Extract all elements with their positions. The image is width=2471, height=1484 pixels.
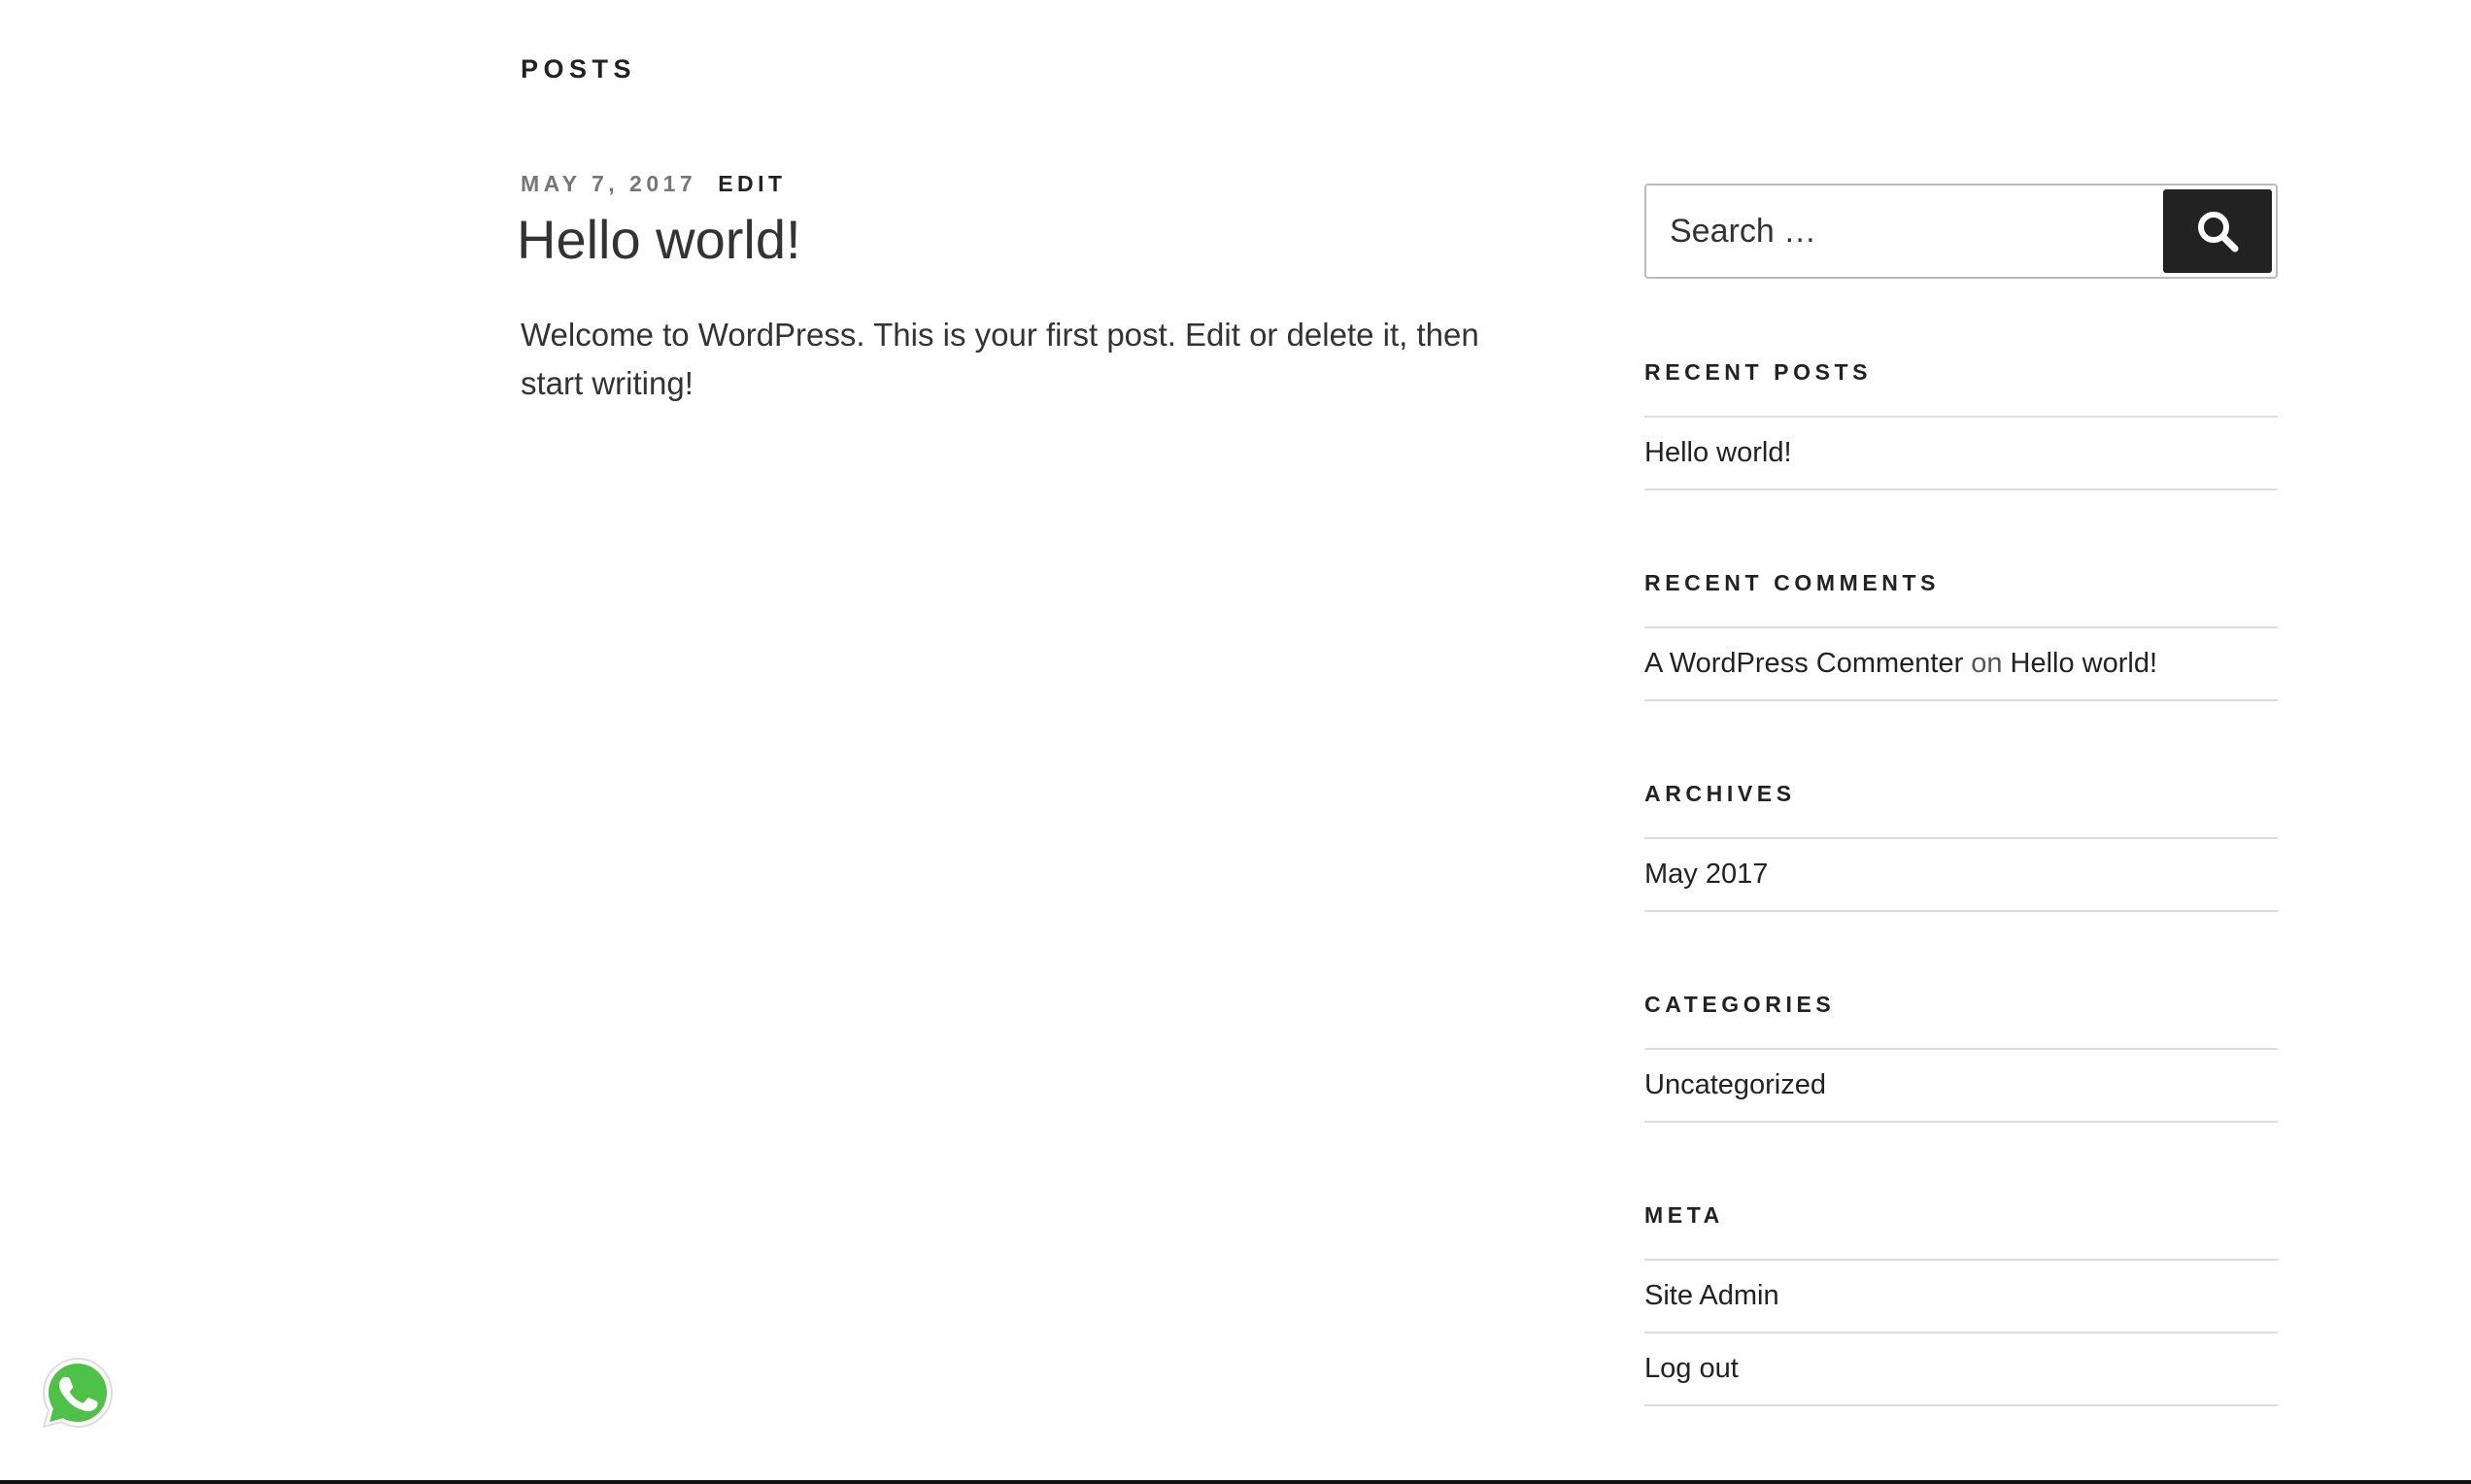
post-date-link[interactable]: MAY 7, 2017 [521,171,696,197]
whatsapp-button[interactable] [39,1354,117,1432]
sidebar: RECENT POSTS Hello world! RECENT COMMENT… [1644,184,2278,1406]
post-content: Welcome to WordPress. This is your first… [521,317,1479,401]
widget-archives: ARCHIVES May 2017 [1644,781,2278,912]
widget-meta: META Site Admin Log out [1644,1202,2278,1406]
widget-recent-posts: RECENT POSTS Hello world! [1644,359,2278,490]
widget-title-archives: ARCHIVES [1644,781,1796,806]
search-form [1644,184,2278,279]
archive-link[interactable]: May 2017 [1644,859,1768,891]
log-out-link[interactable]: Log out [1644,1353,1739,1385]
site-admin-link[interactable]: Site Admin [1644,1280,1779,1312]
post-edit-link[interactable]: EDIT [718,171,786,197]
meta-list: Site Admin Log out [1644,1259,2278,1406]
post-title-link[interactable]: Hello world! [517,207,1521,272]
list-item: Log out [1644,1333,2278,1406]
archives-list: May 2017 [1644,837,2278,912]
widget-recent-comments: RECENT COMMENTS A WordPress Commenter on… [1644,570,2278,701]
category-link[interactable]: Uncategorized [1644,1069,1826,1101]
widget-title-recent-comments: RECENT COMMENTS [1644,570,1941,595]
comment-author-link[interactable]: A WordPress Commenter [1644,648,1963,680]
categories-list: Uncategorized [1644,1048,2278,1123]
widget-title-recent-posts: RECENT POSTS [1644,359,1873,385]
whatsapp-icon [42,1357,114,1429]
search-icon [2198,212,2239,253]
bottom-edge-bar [0,1480,2471,1484]
post-meta: MAY 7, 2017 EDIT [521,171,1521,197]
widget-title-meta: META [1644,1202,1724,1228]
list-item: Site Admin [1644,1261,2278,1333]
list-item: A WordPress Commenter on Hello world! [1644,628,2278,701]
recent-comments-list: A WordPress Commenter on Hello world! [1644,626,2278,701]
recent-posts-list: Hello world! [1644,416,2278,490]
page: POSTS MAY 7, 2017 EDIT Hello world! Welc… [0,0,2471,1484]
comment-on-text: on [1971,648,2003,679]
list-item: Hello world! [1644,418,2278,490]
list-item: Uncategorized [1644,1050,2278,1123]
recent-post-link[interactable]: Hello world! [1644,437,1792,469]
page-title: POSTS [521,54,637,84]
post: MAY 7, 2017 EDIT Hello world! Welcome to… [517,171,1521,407]
search-button[interactable] [2163,189,2272,273]
widget-title-categories: CATEGORIES [1644,992,1836,1017]
list-item: May 2017 [1644,839,2278,912]
search-input[interactable] [1646,186,2151,277]
comment-post-link[interactable]: Hello world! [2011,648,2158,680]
widget-categories: CATEGORIES Uncategorized [1644,992,2278,1123]
